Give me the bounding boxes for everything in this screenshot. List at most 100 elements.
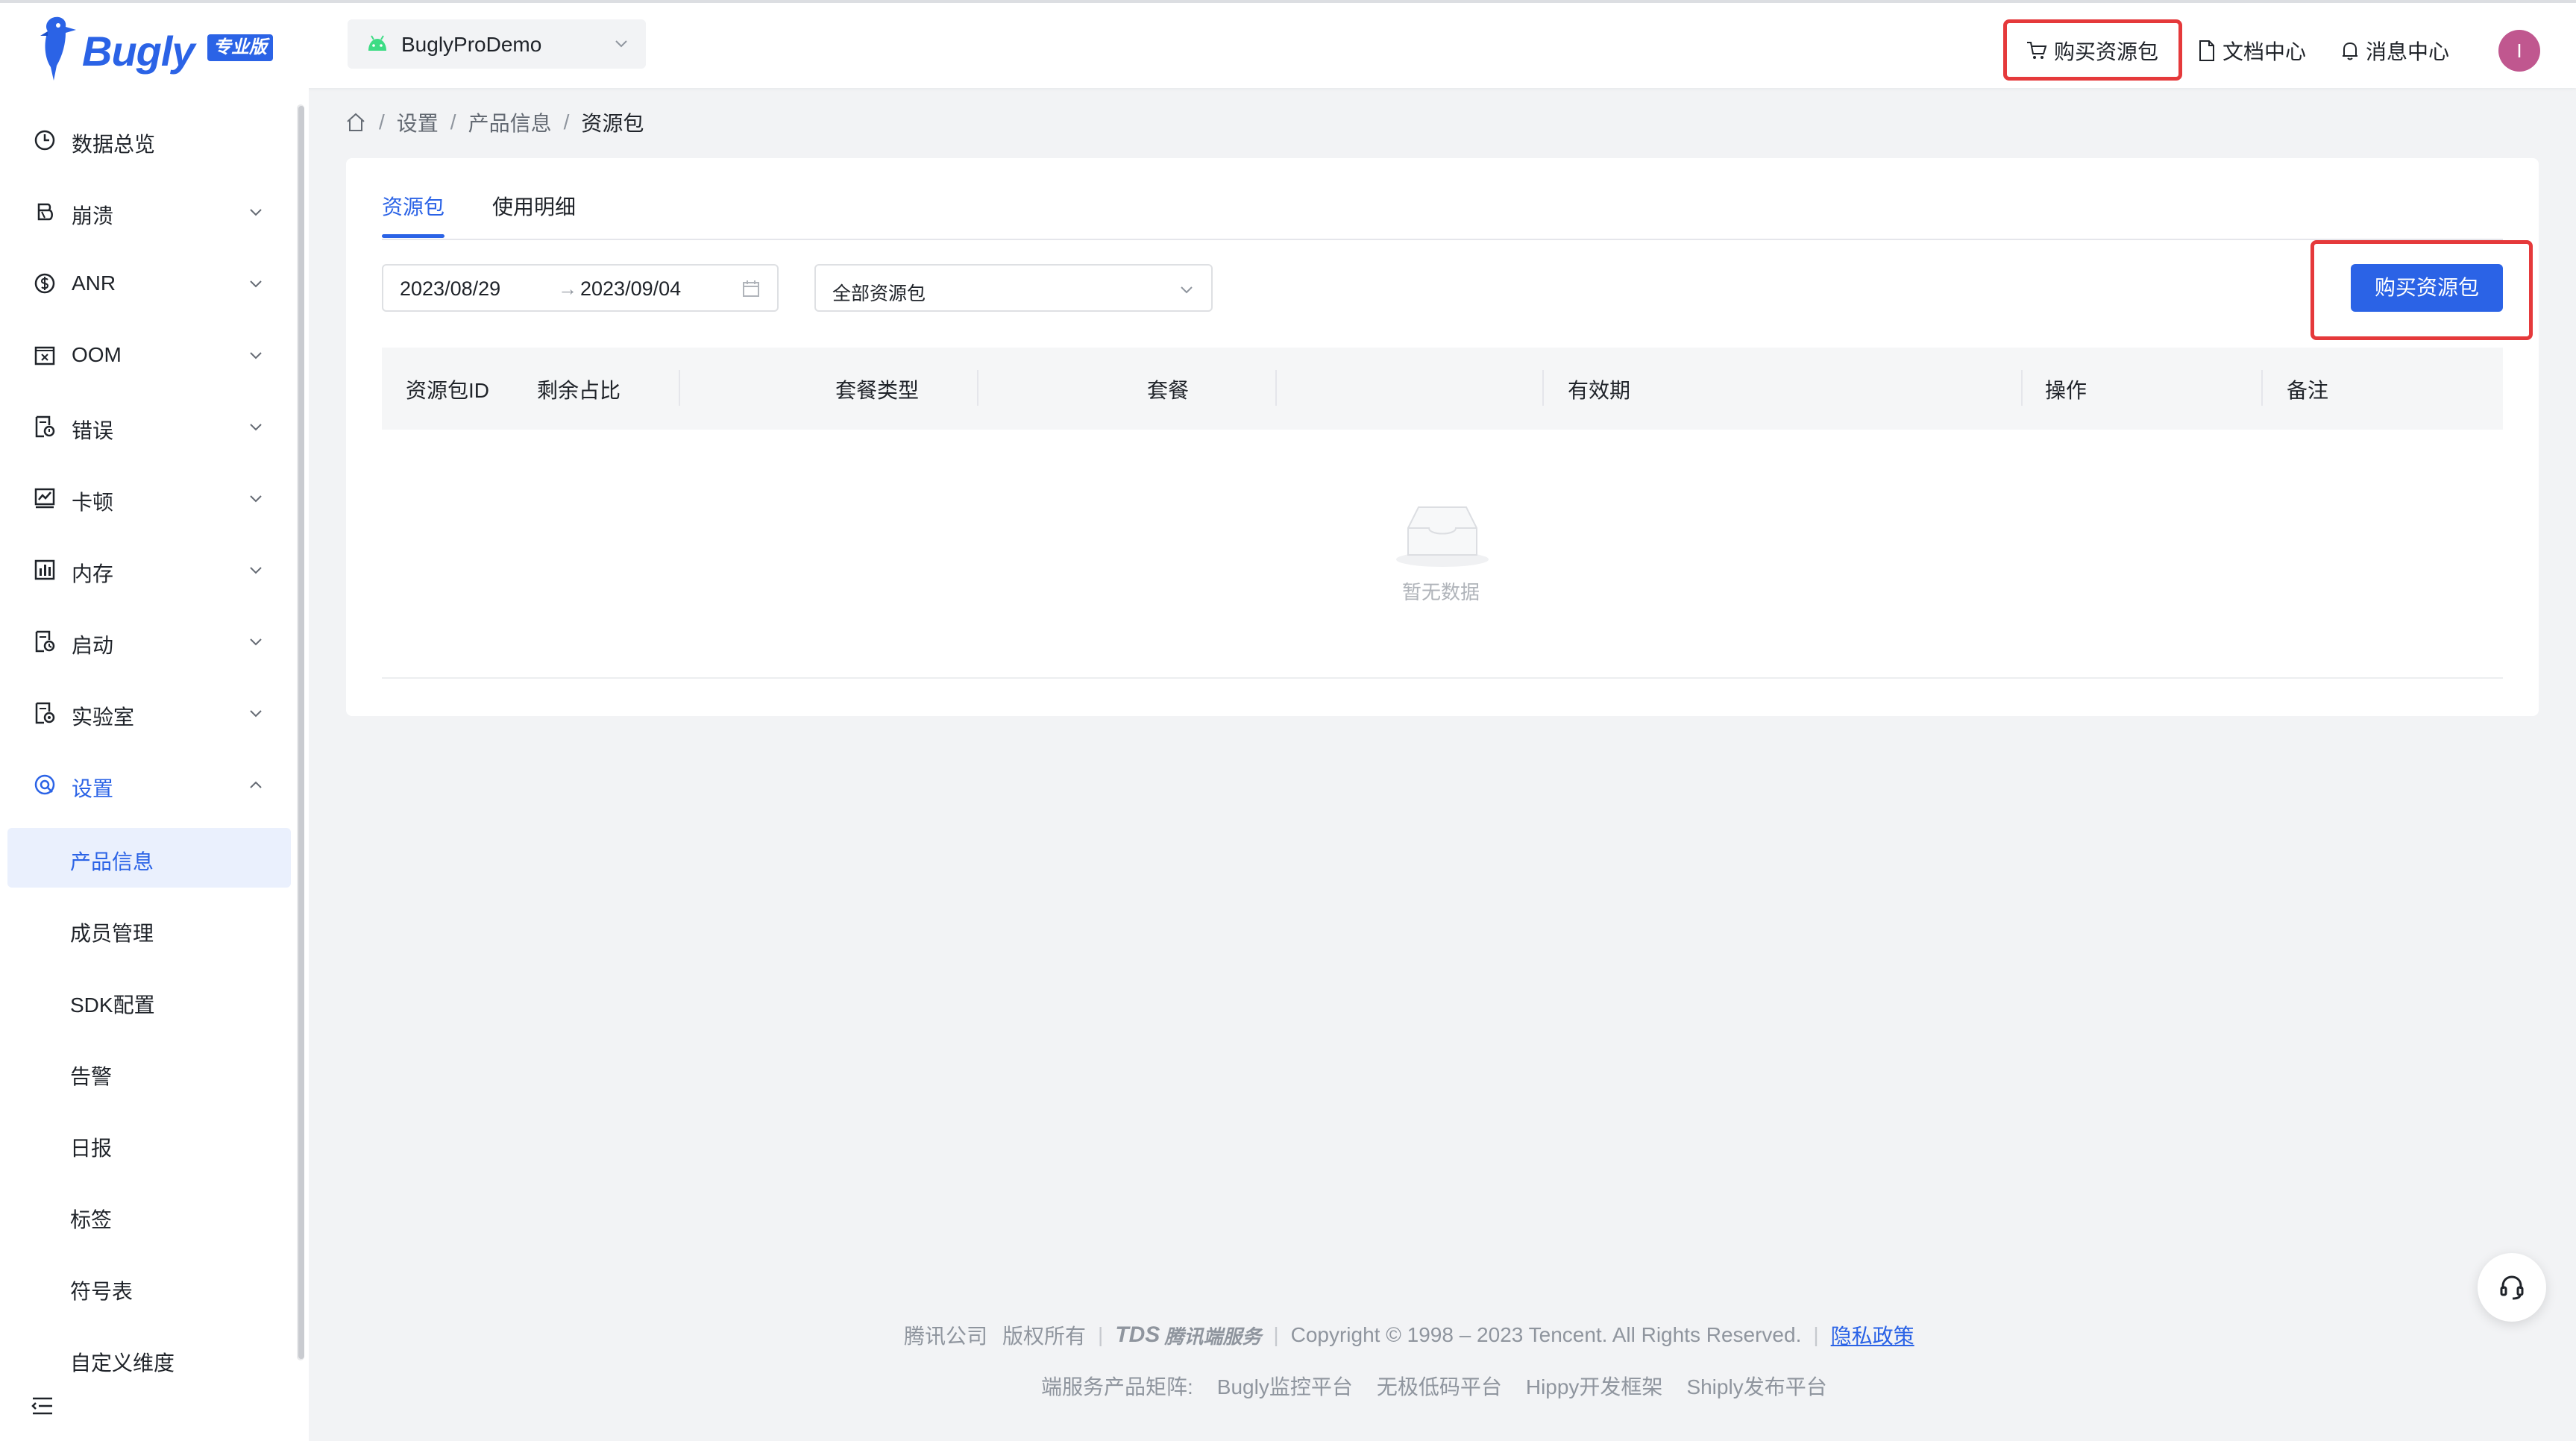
column-divider[interactable]: [1275, 370, 1277, 406]
sidebar-scrollbar[interactable]: [298, 106, 304, 1359]
sidebar-subitem-label: SDK配置: [70, 993, 155, 1017]
android-icon: [368, 35, 386, 51]
sidebar-item-lab[interactable]: 实验室: [7, 683, 291, 743]
sidebar-item-memory[interactable]: 内存: [7, 540, 291, 600]
column-divider[interactable]: [2261, 370, 2263, 406]
privacy-policy-link[interactable]: 隐私政策: [1831, 1320, 1914, 1350]
column-header-plan: 套餐: [1146, 379, 1189, 402]
sidebar-item-label: 错误: [72, 419, 114, 442]
footer-divider: |: [1273, 1323, 1279, 1346]
date-range-picker[interactable]: 2023/08/29 → 2023/09/04: [382, 264, 779, 312]
docs-link[interactable]: 文档中心: [2197, 36, 2306, 66]
settings-icon: [34, 774, 55, 795]
column-divider[interactable]: [679, 370, 680, 406]
footer-product-link[interactable]: Bugly监控平台: [1217, 1371, 1353, 1401]
footer-copyright: 腾讯公司 版权所有 | TDS 腾讯端服务 | Copyright © 1998…: [904, 1320, 1914, 1350]
footer-company: 腾讯公司: [904, 1325, 988, 1348]
active-tab-indicator: [382, 234, 444, 238]
sidebar-subitem-label: 自定义维度: [70, 1351, 175, 1375]
sidebar: 数据总览 崩溃 ANR OOM 错误 卡顿 内存 启动 实验室 设置 产品信息 …: [0, 88, 309, 1441]
sidebar-subitem-label: 告警: [70, 1065, 113, 1088]
sidebar-item-error[interactable]: 错误: [7, 397, 291, 456]
column-divider[interactable]: [977, 370, 978, 406]
buy-package-button[interactable]: 购买资源包: [2351, 264, 2503, 312]
chevron-down-icon: [250, 495, 262, 503]
messages-link[interactable]: 消息中心: [2340, 36, 2449, 66]
docs-label: 文档中心: [2222, 40, 2307, 63]
empty-state-text: 暂无数据: [1402, 581, 1480, 603]
sidebar-subitem-label: 成员管理: [70, 922, 154, 945]
sidebar-item-overview[interactable]: 数据总览: [7, 110, 291, 170]
app-name: BuglyProDemo: [401, 33, 542, 56]
sidebar-subitem-label: 产品信息: [70, 850, 154, 873]
sidebar-item-label: ANR: [72, 271, 116, 295]
breadcrumb-item-product-info[interactable]: 产品信息: [468, 107, 552, 137]
app-selector[interactable]: BuglyProDemo: [348, 19, 646, 69]
footer-divider: |: [1813, 1323, 1819, 1346]
bugly-logo[interactable]: Bugly 专业版: [37, 13, 283, 82]
footer-divider: |: [1098, 1323, 1104, 1346]
launch-doc-icon: [35, 630, 55, 653]
sidebar-item-jank[interactable]: 卡顿: [7, 468, 291, 528]
chevron-down-icon: [615, 40, 627, 48]
chevron-down-icon: [250, 638, 262, 646]
package-type-select[interactable]: 全部资源包: [814, 264, 1213, 312]
chevron-down-icon: [250, 567, 262, 574]
sidebar-subitem-members[interactable]: 成员管理: [7, 900, 291, 959]
breadcrumb-separator: /: [563, 110, 570, 134]
sidebar-item-settings[interactable]: 设置: [7, 755, 291, 814]
sidebar-subitem-label: 日报: [70, 1137, 113, 1160]
sidebar-subitem-tags[interactable]: 标签: [7, 1186, 291, 1246]
breadcrumb: / 设置 / 产品信息 / 资源包: [345, 109, 644, 136]
tds-logo: TDS: [1115, 1322, 1160, 1347]
sidebar-subitem-product-info[interactable]: 产品信息: [7, 828, 291, 888]
user-avatar[interactable]: I: [2498, 30, 2540, 72]
sidebar-subitem-alerts[interactable]: 告警: [7, 1043, 291, 1102]
tab-resource-package[interactable]: 资源包: [382, 191, 444, 236]
buy-package-link[interactable]: 购买资源包: [2026, 36, 2158, 66]
table-header: 资源包ID 剩余占比 套餐类型 套餐 有效期 操作 备注: [382, 348, 2503, 430]
home-icon[interactable]: [345, 111, 367, 134]
column-divider[interactable]: [2021, 370, 2023, 406]
buy-package-label: 购买资源包: [2054, 40, 2159, 63]
sidebar-item-oom[interactable]: OOM: [7, 325, 291, 385]
column-header-actions: 操作: [2045, 379, 2087, 402]
customer-service-button[interactable]: [2478, 1253, 2546, 1322]
footer-rights: 版权所有: [1002, 1325, 1087, 1348]
table-bottom-border: [382, 677, 2503, 679]
chevron-down-icon: [250, 424, 262, 431]
collapse-menu-icon[interactable]: [30, 1395, 55, 1417]
breadcrumb-item-settings[interactable]: 设置: [397, 107, 439, 137]
sidebar-subitem-custom-dimensions[interactable]: 自定义维度: [7, 1329, 291, 1389]
footer-matrix-label: 端服务产品矩阵:: [1041, 1375, 1193, 1398]
chevron-down-icon: [250, 710, 262, 718]
column-header-remaining: 剩余占比: [536, 379, 621, 402]
sidebar-subitem-label: 符号表: [70, 1280, 133, 1303]
lab-doc-icon: [35, 702, 55, 724]
sidebar-subitem-symbols[interactable]: 符号表: [7, 1258, 291, 1317]
column-divider[interactable]: [1542, 370, 1544, 406]
tab-usage-details[interactable]: 使用明细: [492, 191, 576, 236]
package-type-value: 全部资源包: [832, 283, 926, 304]
sidebar-subitem-daily-report[interactable]: 日报: [7, 1114, 291, 1174]
sidebar-item-anr[interactable]: ANR: [7, 254, 291, 313]
sidebar-item-label: 数据总览: [72, 133, 156, 156]
chevron-up-icon: [250, 781, 262, 788]
cart-icon: [2027, 42, 2047, 59]
sidebar-item-label: 崩溃: [72, 204, 114, 227]
sidebar-item-crash[interactable]: 崩溃: [7, 182, 291, 242]
sidebar-subitem-sdk-config[interactable]: SDK配置: [7, 971, 291, 1031]
start-date-input[interactable]: 2023/08/29: [400, 277, 500, 301]
end-date-input[interactable]: 2023/09/04: [580, 277, 681, 301]
footer-product-link[interactable]: Shiply发布平台: [1686, 1371, 1826, 1401]
breadcrumb-separator: /: [450, 110, 456, 134]
dollar-circle-icon: [34, 273, 55, 294]
column-header-plan-type: 套餐类型: [835, 379, 919, 402]
tds-name: 腾讯端服务: [1164, 1325, 1262, 1348]
footer-product-link[interactable]: 无极低码平台: [1377, 1371, 1502, 1401]
footer-product-link[interactable]: Hippy开发框架: [1526, 1371, 1663, 1401]
woodpecker-logo-icon: [40, 16, 76, 81]
sidebar-item-launch[interactable]: 启动: [7, 612, 291, 671]
top-bar: Bugly 专业版 BuglyProDemo 购买资源包 文档中心 消息中心 I: [0, 0, 2576, 88]
error-doc-icon: [35, 415, 55, 438]
